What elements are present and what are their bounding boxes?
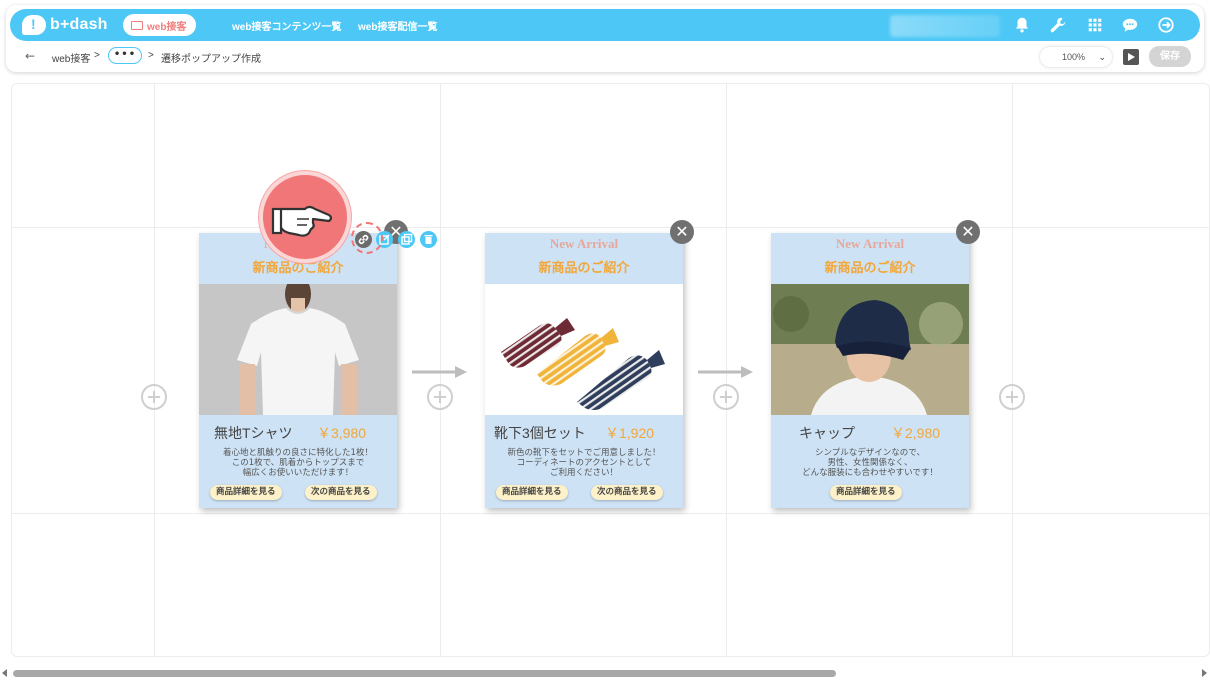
close-popup-button[interactable]: ✕: [670, 220, 694, 244]
flow-arrow-icon: [698, 366, 753, 378]
zoom-select[interactable]: 100% ⌄: [1040, 47, 1112, 67]
popup-headline: 新商品のご紹介: [538, 261, 630, 276]
product-image-tshirt: [199, 284, 397, 415]
next-product-button[interactable]: 次の商品を見る: [305, 485, 377, 500]
close-popup-button[interactable]: ✕: [956, 220, 980, 244]
product-image-socks: [485, 284, 683, 415]
popup-card-1[interactable]: New Arrival 新商品のご紹介 無地Tシャツ ￥3,980 着心地と肌触…: [199, 233, 397, 508]
breadcrumb-current: 遷移ポップアップ作成: [161, 54, 261, 65]
logo-text: b+dash: [50, 16, 108, 33]
copy-icon[interactable]: [398, 231, 415, 248]
header: b+dash web接客 web接客コンテンツ一覧 web接客配信一覧 ← we…: [6, 5, 1204, 72]
top-nav-bar: b+dash web接客 web接客コンテンツ一覧 web接客配信一覧: [10, 9, 1200, 41]
flow-arrow-icon: [412, 366, 467, 378]
nav-delivery-list[interactable]: web接客配信一覧: [358, 18, 437, 33]
logout-icon[interactable]: [1156, 15, 1176, 35]
tap-hand-icon: [259, 171, 351, 263]
product-detail-button[interactable]: 商品詳細を見る: [496, 485, 568, 500]
bell-icon[interactable]: [1012, 15, 1032, 35]
product-detail-button[interactable]: 商品詳細を見る: [830, 485, 902, 500]
product-name: 無地Tシャツ: [214, 425, 293, 441]
product-name: 靴下3個セット: [494, 425, 586, 441]
product-detail-button[interactable]: 商品詳細を見る: [210, 485, 282, 500]
popup-arrival-title: New Arrival: [835, 236, 905, 251]
product-price: ￥1,920: [605, 425, 655, 441]
account-name-blurred[interactable]: [890, 15, 1000, 37]
popup-card-3[interactable]: New Arrival 新商品のご紹介 キャップ ￥2,980 シンプルなデザイ…: [771, 233, 969, 508]
flow-canvas: New Arrival 新商品のご紹介 無地Tシャツ ￥3,980 着心地と肌触…: [11, 83, 1210, 657]
zoom-value: 100%: [1062, 52, 1086, 62]
scroll-right-arrow-icon[interactable]: [1202, 669, 1207, 677]
product-description: シンプルなデザインなので、 男性、女性関係なく、 どんな服装にも合わせやすいです…: [802, 448, 938, 478]
nav-web-sekkyaku-label: web接客: [147, 21, 187, 33]
add-step-button[interactable]: [427, 384, 453, 410]
product-image-cap: [771, 284, 969, 415]
logo[interactable]: b+dash: [22, 14, 108, 36]
scrollbar-thumb[interactable]: [13, 670, 836, 677]
product-description: 新色の靴下をセットでご用意しました！ コーディネートのアクセントとして ご利用く…: [507, 448, 661, 478]
horizontal-scrollbar[interactable]: [0, 668, 1210, 680]
product-name: キャップ: [799, 425, 855, 441]
highlight-ring: [351, 222, 383, 254]
scroll-left-arrow-icon[interactable]: [2, 669, 7, 677]
breadcrumb-separator: >: [94, 50, 100, 61]
breadcrumb-more-button[interactable]: •••: [108, 47, 142, 64]
chevron-down-icon: ⌄: [1098, 52, 1106, 62]
product-price: ￥2,980: [891, 425, 941, 441]
nav-content-list[interactable]: web接客コンテンツ一覧: [232, 18, 341, 33]
wrench-icon[interactable]: [1048, 15, 1068, 35]
screen-icon: [131, 20, 143, 30]
popup-arrival-title: New Arrival: [549, 236, 619, 251]
product-price: ￥3,980: [317, 425, 367, 441]
save-button[interactable]: 保存: [1149, 46, 1191, 67]
add-step-button[interactable]: [713, 384, 739, 410]
next-product-button[interactable]: 次の商品を見る: [591, 485, 663, 500]
back-arrow-icon[interactable]: ←: [25, 49, 35, 63]
add-step-button[interactable]: [999, 384, 1025, 410]
chat-icon[interactable]: [1120, 15, 1140, 35]
delete-icon[interactable]: [420, 231, 437, 248]
nav-web-sekkyaku[interactable]: web接客: [123, 14, 197, 36]
preview-play-button[interactable]: [1123, 49, 1139, 65]
breadcrumb-separator: >: [148, 50, 154, 61]
add-step-button[interactable]: [141, 384, 167, 410]
popup-headline: 新商品のご紹介: [824, 261, 916, 276]
product-description: 着心地と肌触りの良さに特化した1枚！ この1枚で、肌着からトップスまで 幅広くお…: [223, 448, 373, 478]
breadcrumb-bar: ← web接客 > ••• > 遷移ポップアップ作成 100% ⌄ 保存: [6, 43, 1204, 71]
logo-mark-icon: [22, 15, 46, 35]
grid-icon[interactable]: [1085, 15, 1105, 35]
popup-card-2[interactable]: New Arrival 新商品のご紹介 靴下3個セット ￥1,920 新色の靴下…: [485, 233, 683, 508]
breadcrumb-root[interactable]: web接客: [52, 50, 90, 65]
